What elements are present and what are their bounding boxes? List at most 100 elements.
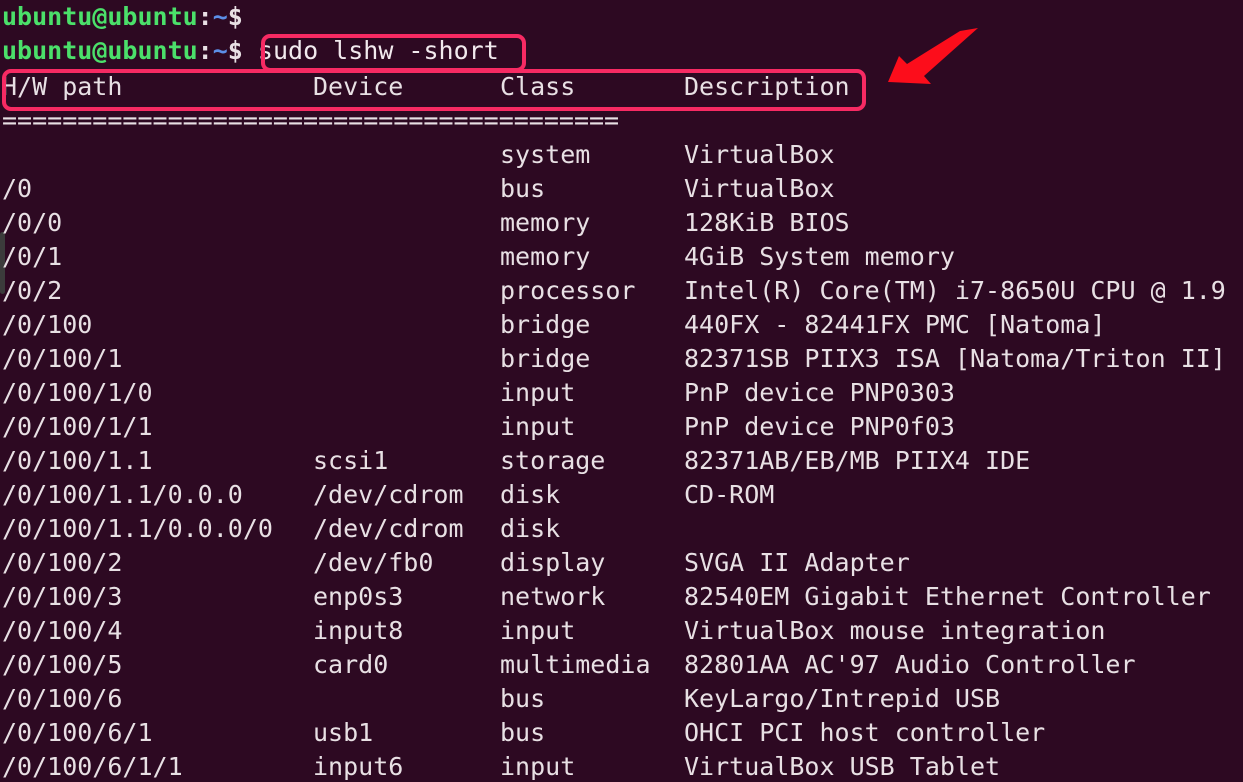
cell-class: input [500, 412, 576, 441]
typed-command[interactable]: sudo lshw -short [243, 36, 499, 65]
cell-device: card0 [313, 650, 389, 679]
terminal-window[interactable]: ubuntu@ubuntu:~$ ubuntu@ubuntu:~$ sudo l… [0, 0, 1243, 782]
prompt-user-host: ubuntu@ubuntu [2, 36, 198, 65]
cell-description: Intel(R) Core(TM) i7-8650U CPU @ 1.9 [684, 276, 1226, 305]
table-row: /0/100/1.1/0.0.0/0/dev/cdrom disk [2, 512, 1243, 546]
cell-class: input [500, 616, 576, 645]
cell-hw-path: /0/100 [2, 310, 93, 339]
header-class: Class [500, 72, 576, 101]
cell-hw-path: /0/0 [2, 208, 63, 237]
cell-class: system [500, 140, 591, 169]
cell-hw-path: /0/2 [2, 276, 63, 305]
prompt-colon: : [197, 2, 213, 31]
prompt-colon: : [197, 36, 213, 65]
cell-hw-path: /0/100/2 [2, 548, 123, 577]
table-row: /0/100/4 input8 input VirtualBox mouse inte… [2, 614, 1243, 648]
prompt-line-empty: ubuntu@ubuntu:~$ [2, 0, 243, 34]
cell-hw-path: /0 [2, 174, 33, 203]
cell-class: disk [500, 514, 561, 543]
table-row: /0/100/3 enp0s3 network 82540EM Gigabit Eth… [2, 580, 1243, 614]
table-row: /0/100/1/1 input PnP device PNP0f03 [2, 410, 1243, 444]
cell-class: disk [500, 480, 561, 509]
header-description: Description [684, 72, 850, 101]
cell-hw-path: /0/100/1.1/0.0.0 [2, 480, 243, 509]
cell-hw-path: /0/100/4 [2, 616, 123, 645]
cell-description: 128KiB BIOS [684, 208, 850, 237]
cell-class: multimedia [500, 650, 651, 679]
cell-description: VirtualBox [684, 174, 835, 203]
cell-device: enp0s3 [313, 582, 404, 611]
cell-description: VirtualBox [684, 140, 835, 169]
cell-description: 82801AA AC'97 Audio Controller [684, 650, 1136, 679]
prompt-dollar: $ [227, 2, 243, 31]
table-row: /0/100/1 bridge 82371SB PIIX3 ISA [Natoma/… [2, 342, 1243, 376]
table-row: /0 bus VirtualBox [2, 172, 1243, 206]
prompt-path: ~ [212, 2, 228, 31]
table-row: /0/0 memory 128KiB BIOS [2, 206, 1243, 240]
table-row: /0/100/5 card0 multimedia 82801AA AC'97 Aud… [2, 648, 1243, 682]
table-row: /0/100/6/1/1 input6 input VirtualBox USB Ta… [2, 750, 1243, 782]
cell-hw-path: /0/100/1.1 [2, 446, 153, 475]
cell-hw-path: /0/100/1/0 [2, 378, 153, 407]
table-row: /0/1 memory 4GiB System memory [2, 240, 1243, 274]
cell-hw-path: /0/100/6/1 [2, 718, 153, 747]
cell-class: bridge [500, 344, 591, 373]
cell-class: display [500, 548, 606, 577]
cell-class: bus [500, 174, 546, 203]
cell-device: input8 [313, 616, 404, 645]
cell-device: /dev/cdrom [313, 514, 464, 543]
cell-hw-path: /0/100/1 [2, 344, 123, 373]
cell-description: KeyLargo/Intrepid USB [684, 684, 1001, 713]
cell-class: network [500, 582, 606, 611]
table-row: /0/100/6/1 usb1 bus OHCI PCI host controlle… [2, 716, 1243, 750]
cell-description: VirtualBox mouse integration [684, 616, 1106, 645]
prompt-dollar: $ [227, 36, 243, 65]
cell-class: storage [500, 446, 606, 475]
command-text: sudo lshw -short [257, 36, 499, 65]
prompt-path: ~ [212, 36, 228, 65]
table-row: /0/2 processor Intel(R) Core(TM) i7-8650U … [2, 274, 1243, 308]
table-row: /0/100/1.1/0.0.0/dev/cdrom disk CD-ROM [2, 478, 1243, 512]
cell-hw-path: /0/100/6/1/1 [2, 752, 183, 781]
cell-hw-path: /0/100/3 [2, 582, 123, 611]
table-row: system VirtualBox [2, 138, 1243, 172]
cell-class: memory [500, 208, 591, 237]
table-row: /0/100/1.1 scsi1 storage 82371AB/EB/MB PIIX… [2, 444, 1243, 478]
cell-description: OHCI PCI host controller [684, 718, 1046, 747]
cell-class: memory [500, 242, 591, 271]
cell-class: processor [500, 276, 636, 305]
table-row: /0/100/1/0 input PnP device PNP0303 [2, 376, 1243, 410]
cell-description: 4GiB System memory [684, 242, 955, 271]
cell-class: input [500, 378, 576, 407]
cell-hw-path: /0/100/6 [2, 684, 123, 713]
table-row: /0/100/2/dev/fb0 display SVGA II Adapter [2, 546, 1243, 580]
cell-class: input [500, 752, 576, 781]
cell-class: bridge [500, 310, 591, 339]
table-row: /0/100/6 bus KeyLargo/Intrepid USB [2, 682, 1243, 716]
table-separator: ========================================… [2, 106, 620, 135]
cell-device: /dev/cdrom [313, 480, 464, 509]
cell-hw-path: /0/1 [2, 242, 63, 271]
cell-hw-path: /0/100/1.1/0.0.0/0 [2, 514, 273, 543]
cell-description: PnP device PNP0303 [684, 378, 955, 407]
cell-device: /dev/fb0 [313, 548, 434, 577]
cell-description: 82371SB PIIX3 ISA [Natoma/Triton II] [684, 344, 1226, 373]
cell-class: bus [500, 684, 546, 713]
cell-device: scsi1 [313, 446, 389, 475]
cell-description: 82540EM Gigabit Ethernet Controller [684, 582, 1211, 611]
table-row: /0/100 bridge 440FX - 82441FX PMC [Natoma] [2, 308, 1243, 342]
prompt-user-host: ubuntu@ubuntu [2, 2, 198, 31]
header-device: Device [313, 72, 404, 101]
cell-description: PnP device PNP0f03 [684, 412, 955, 441]
cell-description: VirtualBox USB Tablet [684, 752, 1001, 781]
cell-device: input6 [313, 752, 404, 781]
cell-description: CD-ROM [684, 480, 775, 509]
prompt-line-command: ubuntu@ubuntu:~$ sudo lshw -short [2, 34, 499, 68]
cell-description: SVGA II Adapter [684, 548, 910, 577]
cell-class: bus [500, 718, 546, 747]
cell-hw-path: /0/100/1/1 [2, 412, 153, 441]
cell-description: 82371AB/EB/MB PIIX4 IDE [684, 446, 1031, 475]
cell-description: 440FX - 82441FX PMC [Natoma] [684, 310, 1106, 339]
cell-device: usb1 [313, 718, 374, 747]
table-header-row: H/W path Device Class Description [2, 70, 1243, 104]
